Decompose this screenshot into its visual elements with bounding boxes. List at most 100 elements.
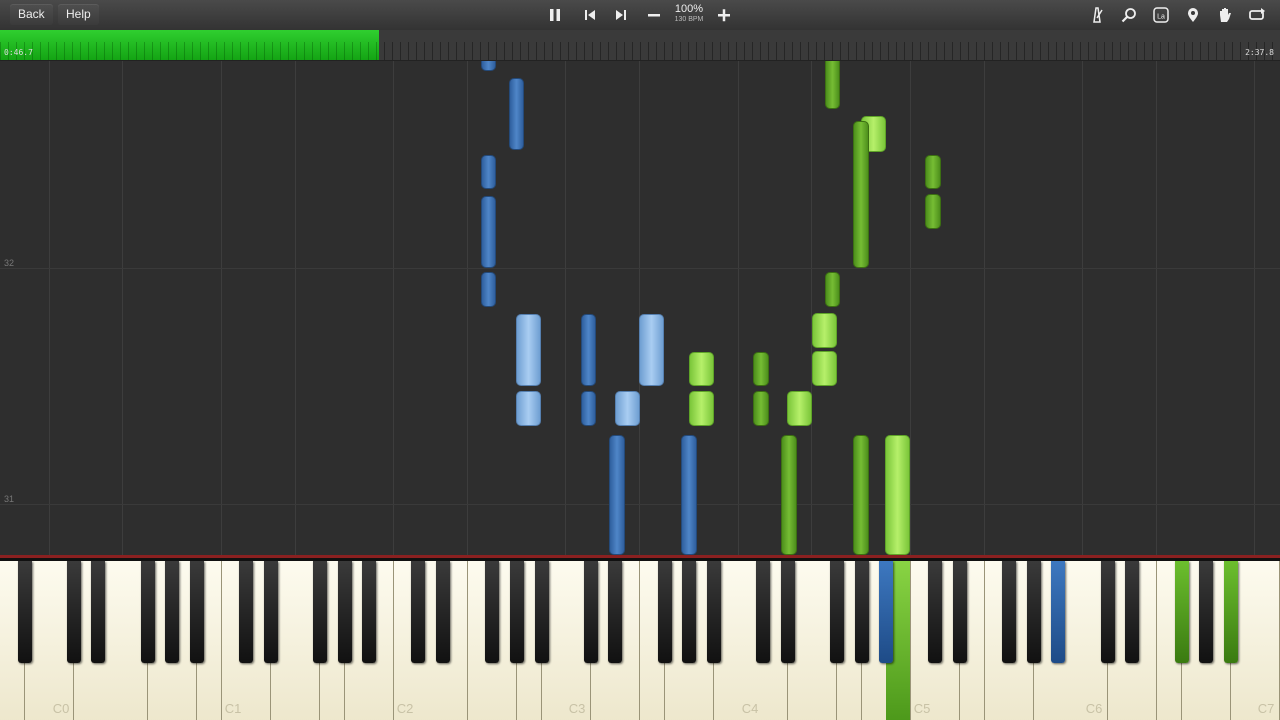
note-right-hand — [825, 61, 840, 109]
speed-up-icon[interactable] — [714, 5, 734, 25]
note-right-hand — [689, 352, 714, 386]
loop-icon[interactable] — [1247, 5, 1267, 25]
guide-line — [467, 61, 468, 555]
back-button[interactable]: Back — [10, 4, 53, 25]
piano-black-key[interactable] — [189, 561, 204, 663]
piano-black-key[interactable] — [91, 561, 106, 663]
note-left-hand — [481, 196, 496, 268]
next-icon[interactable] — [611, 5, 631, 25]
octave-label: C6 — [1085, 701, 1103, 716]
piano-black-key[interactable] — [829, 561, 844, 663]
note-left-hand — [609, 435, 625, 555]
piano-black-key[interactable] — [879, 561, 894, 663]
piano-black-key[interactable] — [1051, 561, 1066, 663]
tempo-bpm: 130 BPM — [674, 16, 704, 23]
piano-black-key[interactable] — [1223, 561, 1238, 663]
zoom-icon[interactable] — [1119, 5, 1139, 25]
song-progress-bar[interactable]: 0:46.7 2:37.8 — [0, 30, 1280, 61]
hand-icon[interactable] — [1215, 5, 1235, 25]
guide-line — [1254, 61, 1255, 555]
guide-line — [639, 61, 640, 555]
piano-black-key[interactable] — [1174, 561, 1189, 663]
measure-line — [0, 268, 1280, 269]
piano-black-key[interactable] — [263, 561, 278, 663]
piano-black-key[interactable] — [682, 561, 697, 663]
guide-line — [122, 61, 123, 555]
note-roll: 32 31 — [0, 61, 1280, 555]
piano-black-key[interactable] — [780, 561, 795, 663]
measure-number: 32 — [4, 258, 15, 268]
piano-black-key[interactable] — [140, 561, 155, 663]
piano-white-key[interactable] — [1255, 561, 1280, 720]
note-right-hand — [853, 121, 869, 268]
guide-line — [393, 61, 394, 555]
guide-line — [49, 61, 50, 555]
piano-black-key[interactable] — [1125, 561, 1140, 663]
svg-text:La: La — [1157, 14, 1165, 21]
note-left-hand — [516, 314, 541, 386]
note-right-hand — [825, 272, 840, 307]
synthesia-player: Back Help 100% 130 BPM La 0:46.7 2:37.8 … — [0, 0, 1280, 720]
guide-line — [811, 61, 812, 555]
piano-black-key[interactable] — [313, 561, 327, 663]
piano-black-key[interactable] — [411, 561, 426, 663]
piano-black-key[interactable] — [756, 561, 771, 663]
measure-number: 31 — [4, 494, 15, 504]
octave-label: C3 — [568, 701, 586, 716]
note-right-hand — [885, 435, 910, 555]
note-right-hand — [925, 155, 941, 189]
piano-black-key[interactable] — [165, 561, 180, 663]
octave-label: C4 — [741, 701, 759, 716]
piano-black-key[interactable] — [583, 561, 598, 663]
metronome-icon[interactable] — [1087, 5, 1107, 25]
speed-percent: 100% — [674, 3, 704, 15]
previous-icon[interactable] — [580, 5, 600, 25]
piano-black-key[interactable] — [509, 561, 524, 663]
octave-label: C5 — [913, 701, 931, 716]
piano-black-key[interactable] — [928, 561, 943, 663]
guide-line — [1082, 61, 1083, 555]
guide-line — [984, 61, 985, 555]
help-button[interactable]: Help — [58, 4, 99, 25]
note-right-hand — [812, 313, 837, 348]
top-toolbar: Back Help 100% 130 BPM La — [0, 0, 1280, 31]
note-left-hand — [615, 391, 640, 426]
note-right-hand — [853, 435, 869, 555]
piano-black-key[interactable] — [1100, 561, 1115, 663]
piano-black-key[interactable] — [485, 561, 500, 663]
note-left-hand — [581, 391, 596, 426]
marker-icon[interactable] — [1183, 5, 1203, 25]
piano-black-key[interactable] — [436, 561, 451, 663]
piano-black-key[interactable] — [608, 561, 623, 663]
guide-line — [1156, 61, 1157, 555]
piano-keyboard: C0 C1 C2 C3 C4 C5 C6 C7 — [0, 555, 1280, 720]
label-icon[interactable]: La — [1151, 5, 1171, 25]
piano-black-key[interactable] — [1026, 561, 1041, 663]
piano-black-key[interactable] — [953, 561, 967, 663]
piano-black-key[interactable] — [854, 561, 869, 663]
piano-black-key[interactable] — [1002, 561, 1017, 663]
piano-black-key[interactable] — [239, 561, 254, 663]
speed-display: 100% 130 BPM — [668, 3, 710, 24]
piano-black-key[interactable] — [706, 561, 721, 663]
piano-black-key[interactable] — [362, 561, 377, 663]
note-right-hand — [925, 194, 941, 229]
octave-label: C2 — [396, 701, 414, 716]
piano-black-key[interactable] — [534, 561, 549, 663]
pause-icon[interactable] — [545, 5, 565, 25]
note-left-hand — [639, 314, 664, 386]
guide-line — [295, 61, 296, 555]
guide-line — [738, 61, 739, 555]
note-right-hand — [753, 391, 769, 426]
octave-label: C7 — [1257, 701, 1275, 716]
piano-black-key[interactable] — [1199, 561, 1214, 663]
note-right-hand — [787, 391, 812, 426]
octave-label: C1 — [224, 701, 242, 716]
piano-black-key[interactable] — [17, 561, 32, 663]
piano-black-key[interactable] — [66, 561, 81, 663]
piano-black-key[interactable] — [337, 561, 352, 663]
piano-black-key[interactable] — [657, 561, 672, 663]
speed-down-icon[interactable] — [644, 5, 664, 25]
note-left-hand — [509, 78, 524, 150]
guide-line — [565, 61, 566, 555]
